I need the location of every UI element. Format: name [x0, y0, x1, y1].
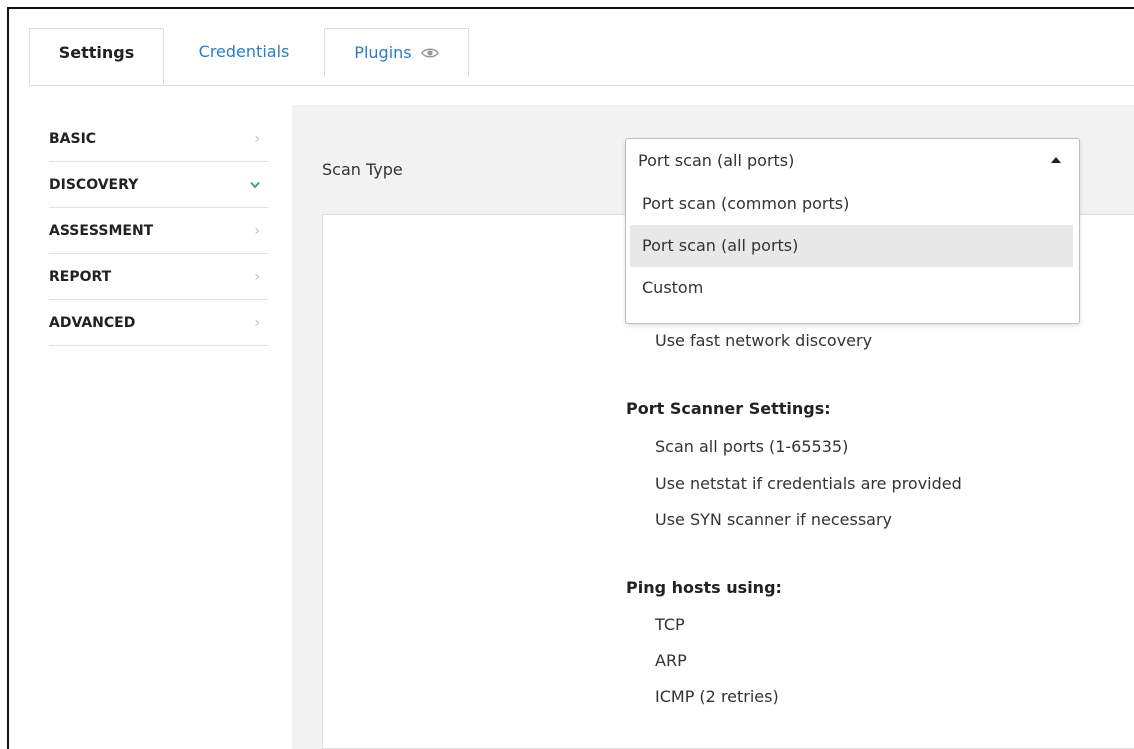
tab-settings[interactable]: Settings: [29, 28, 164, 85]
eye-icon: [420, 46, 439, 62]
ping-item: ICMP (2 retries): [655, 687, 779, 706]
settings-sidebar: BASIC › DISCOVERY ASSESSMENT › REPORT › …: [49, 116, 268, 346]
chevron-right-icon: ›: [254, 314, 260, 331]
sidebar-item-report[interactable]: REPORT ›: [49, 254, 268, 300]
tab-settings-label: Settings: [58, 43, 135, 62]
tab-credentials[interactable]: Credentials: [164, 28, 324, 76]
ping-item: TCP: [655, 615, 685, 634]
tab-plugins-label: Plugins: [354, 43, 412, 62]
chevron-right-icon: ›: [254, 130, 260, 147]
sidebar-item-label: BASIC: [49, 130, 97, 147]
scan-type-label: Scan Type: [322, 160, 403, 179]
sidebar-item-label: DISCOVERY: [49, 176, 139, 193]
caret-up-icon[interactable]: [1051, 157, 1061, 163]
ping-item: ARP: [655, 651, 687, 670]
scan-type-selected-value: Port scan (all ports): [638, 151, 795, 170]
port-scanner-item: Scan all ports (1-65535): [655, 437, 849, 456]
sidebar-item-basic[interactable]: BASIC ›: [49, 116, 268, 162]
port-scanner-heading: Port Scanner Settings:: [626, 399, 831, 418]
chevron-right-icon: ›: [254, 268, 260, 285]
sidebar-item-label: REPORT: [49, 268, 112, 285]
chevron-right-icon: ›: [254, 222, 260, 239]
port-scanner-item: Use netstat if credentials are provided: [655, 474, 962, 493]
tab-plugins[interactable]: Plugins: [324, 28, 469, 76]
sidebar-item-discovery[interactable]: DISCOVERY: [49, 162, 268, 208]
sidebar-item-assessment[interactable]: ASSESSMENT ›: [49, 208, 268, 254]
scan-type-option-common[interactable]: Port scan (common ports): [630, 183, 1073, 225]
app-window: Settings Credentials Plugins BASIC › DIS…: [7, 7, 1134, 749]
scan-type-select[interactable]: Port scan (all ports) Port scan (common …: [625, 138, 1080, 324]
scan-type-option-custom[interactable]: Custom: [630, 267, 1073, 309]
tab-bar: Settings Credentials Plugins: [29, 28, 1134, 86]
scan-type-option-all[interactable]: Port scan (all ports): [630, 225, 1073, 267]
scan-type-current[interactable]: Port scan (all ports): [626, 139, 1079, 183]
sidebar-item-label: ASSESSMENT: [49, 222, 154, 239]
port-scanner-item: Use SYN scanner if necessary: [655, 510, 892, 529]
summary-discovery-item: Use fast network discovery: [655, 331, 873, 350]
sidebar-item-label: ADVANCED: [49, 314, 136, 331]
tab-credentials-label: Credentials: [198, 42, 290, 61]
sidebar-item-advanced[interactable]: ADVANCED ›: [49, 300, 268, 346]
check-icon: [250, 177, 260, 193]
ping-hosts-heading: Ping hosts using:: [626, 578, 782, 597]
